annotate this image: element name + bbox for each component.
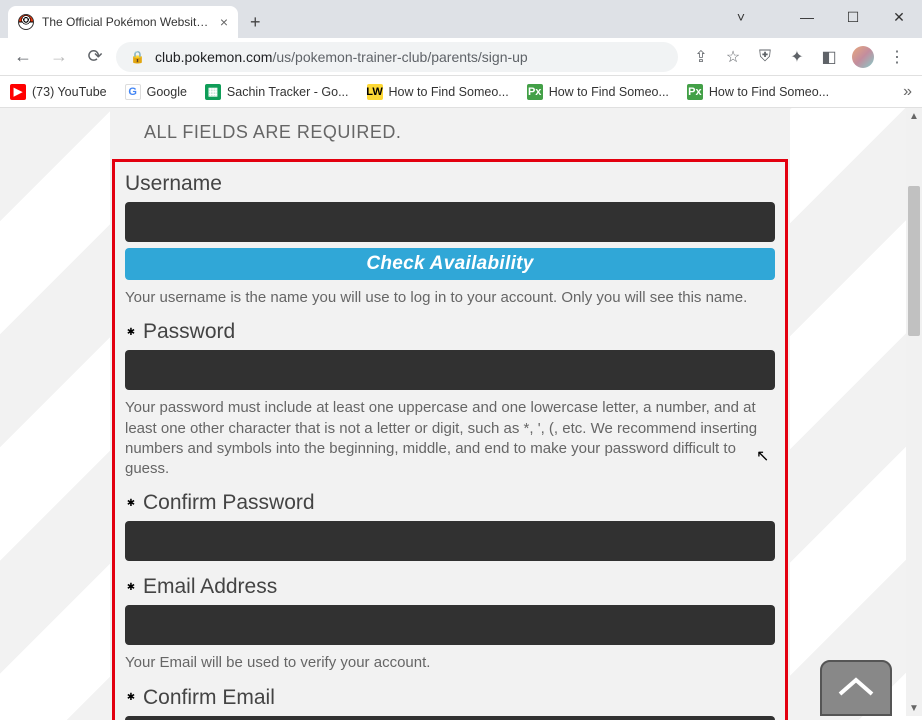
username-hint: Your username is the name you will use t… bbox=[125, 288, 775, 308]
scroll-down-icon[interactable]: ▼ bbox=[906, 700, 922, 716]
required-fields-label: ALL FIELDS ARE REQUIRED. bbox=[110, 122, 790, 159]
password-hint: Your password must include at least one … bbox=[125, 398, 775, 479]
profile-avatar[interactable] bbox=[852, 46, 874, 68]
scrollbar-thumb[interactable] bbox=[908, 186, 920, 336]
youtube-icon: ▶ bbox=[10, 84, 26, 100]
bookmark-google[interactable]: GGoogle bbox=[125, 84, 187, 100]
confirm-email-input[interactable] bbox=[125, 716, 775, 720]
bookmark-sachin[interactable]: ▦Sachin Tracker - Go... bbox=[205, 84, 349, 100]
confirm-email-label: Confirm Email bbox=[125, 686, 775, 710]
browser-tab[interactable]: The Official Pokémon Website | P × bbox=[8, 6, 238, 38]
bookmark-how-1[interactable]: LWHow to Find Someo... bbox=[367, 84, 509, 100]
bookmark-how-3[interactable]: PxHow to Find Someo... bbox=[687, 84, 829, 100]
back-button[interactable]: ← bbox=[8, 42, 38, 72]
password-label: Password bbox=[125, 320, 775, 344]
menu-icon[interactable]: ⋮ bbox=[888, 48, 906, 66]
forward-button: → bbox=[44, 42, 74, 72]
reload-button[interactable]: ⟳ bbox=[80, 42, 110, 72]
url-text: club.pokemon.com/us/pokemon-trainer-club… bbox=[155, 49, 528, 65]
confirm-password-label: Confirm Password bbox=[125, 491, 775, 515]
px-icon: Px bbox=[527, 84, 543, 100]
email-hint: Your Email will be used to verify your a… bbox=[125, 653, 775, 673]
share-icon[interactable]: ⇪ bbox=[692, 48, 710, 66]
tab-title: The Official Pokémon Website | P bbox=[42, 15, 212, 29]
minimize-button[interactable]: — bbox=[784, 0, 830, 34]
scroll-up-icon[interactable]: ▲ bbox=[906, 108, 922, 124]
maximize-button[interactable]: ☐ bbox=[830, 0, 876, 34]
email-label: Email Address bbox=[125, 575, 775, 599]
back-to-top-button[interactable] bbox=[820, 660, 892, 716]
required-icon bbox=[125, 326, 137, 338]
bookmarks-overflow-icon[interactable]: » bbox=[903, 83, 912, 101]
scrollbar-track[interactable]: ▲ ▼ bbox=[906, 108, 922, 716]
new-tab-button[interactable]: + bbox=[250, 12, 261, 33]
address-bar[interactable]: 🔒 club.pokemon.com/us/pokemon-trainer-cl… bbox=[116, 42, 678, 72]
username-label: Username bbox=[125, 172, 775, 196]
close-tab-icon[interactable]: × bbox=[220, 14, 228, 30]
chevron-down-icon[interactable]: ˅ bbox=[718, 0, 764, 34]
bookmark-how-2[interactable]: PxHow to Find Someo... bbox=[527, 84, 669, 100]
lw-icon: LW bbox=[367, 84, 383, 100]
bookmark-youtube[interactable]: ▶(73) YouTube bbox=[10, 84, 107, 100]
required-icon bbox=[125, 581, 137, 593]
close-window-button[interactable]: ✕ bbox=[876, 0, 922, 34]
signup-form: Username Check Availability Your usernam… bbox=[112, 159, 788, 720]
google-icon: G bbox=[125, 84, 141, 100]
form-container: ALL FIELDS ARE REQUIRED. Username Check … bbox=[110, 108, 790, 720]
bookmarks-bar: ▶(73) YouTube GGoogle ▦Sachin Tracker - … bbox=[0, 76, 922, 108]
required-icon bbox=[125, 692, 137, 704]
pokeball-icon bbox=[18, 14, 34, 30]
check-availability-button[interactable]: Check Availability bbox=[125, 248, 775, 280]
username-input[interactable] bbox=[125, 202, 775, 242]
email-input[interactable] bbox=[125, 605, 775, 645]
lock-icon: 🔒 bbox=[130, 50, 145, 64]
shield-icon[interactable]: ⛨ bbox=[756, 48, 774, 66]
px-icon: Px bbox=[687, 84, 703, 100]
sheets-icon: ▦ bbox=[205, 84, 221, 100]
password-input[interactable] bbox=[125, 350, 775, 390]
side-panel-icon[interactable]: ◧ bbox=[820, 48, 838, 66]
extensions-icon[interactable]: ✦ bbox=[788, 48, 806, 66]
bookmark-star-icon[interactable]: ☆ bbox=[724, 48, 742, 66]
required-icon bbox=[125, 497, 137, 509]
confirm-password-input[interactable] bbox=[125, 521, 775, 561]
